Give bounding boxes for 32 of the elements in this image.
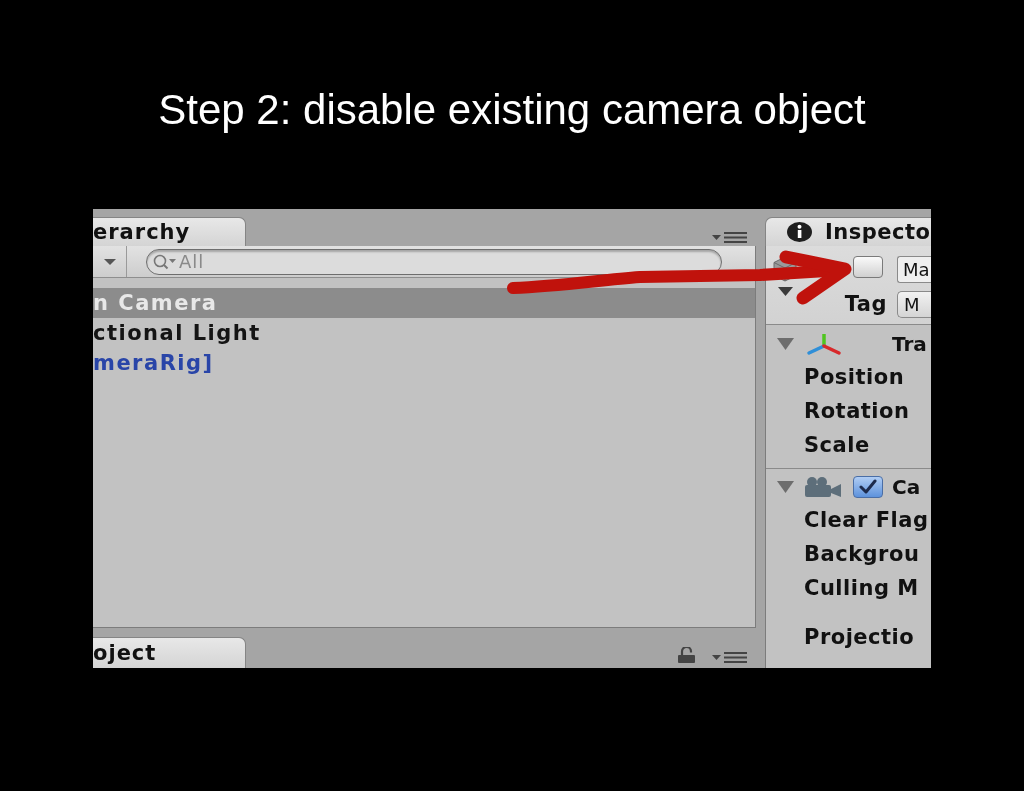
property-label: Backgrou [804, 541, 920, 568]
property-label: Position [804, 364, 905, 391]
property-label: Scale [804, 432, 870, 459]
property-label: Rotation [804, 398, 910, 425]
name-field[interactable]: Ma [897, 256, 931, 283]
axes-icon [806, 332, 842, 356]
checkbox[interactable] [853, 256, 883, 278]
property-label: Clear Flag [804, 507, 929, 534]
disclosure-triangle-icon[interactable] [776, 337, 795, 351]
component-title: Tra [892, 332, 927, 356]
info-icon [787, 222, 812, 242]
panel-tab[interactable]: oject [93, 637, 246, 668]
slide-title: Step 2: disable existing camera object [158, 86, 866, 134]
video-camera-icon [804, 476, 842, 498]
disclosure-triangle-icon[interactable] [776, 480, 795, 494]
hierarchy-item[interactable]: meraRig] [93, 348, 755, 378]
property-label: Projectio [804, 624, 915, 651]
caret-icon [104, 258, 116, 265]
menu-icon[interactable] [712, 652, 747, 663]
menu-icon[interactable] [712, 232, 747, 243]
tag-dropdown[interactable]: M [897, 291, 931, 318]
search-icon[interactable] [152, 253, 177, 270]
component-title: Ca [892, 475, 921, 499]
panel-tab[interactable]: erarchy [93, 217, 246, 246]
hierarchy-item[interactable]: ctional Light [93, 318, 755, 348]
caret-icon[interactable] [778, 287, 793, 296]
checkmark-icon [858, 479, 878, 495]
panel-tab[interactable]: Inspecto [765, 217, 931, 246]
padlock-icon[interactable] [677, 647, 696, 663]
checkbox[interactable] [853, 476, 883, 498]
property-label: Culling M [804, 575, 919, 602]
tag-label: Tag [844, 291, 887, 318]
